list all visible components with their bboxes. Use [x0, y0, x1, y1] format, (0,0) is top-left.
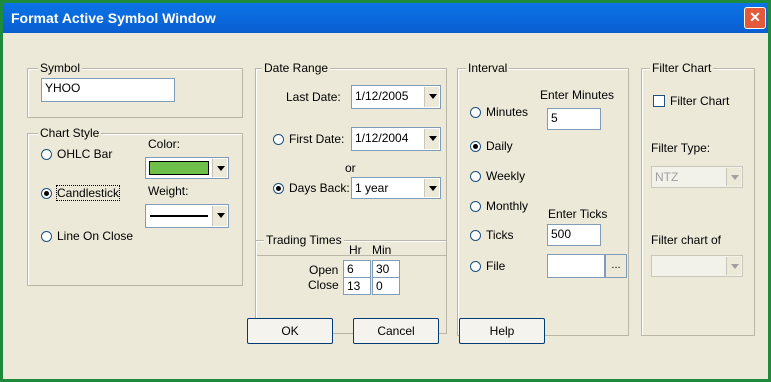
radio-label: File: [486, 259, 506, 273]
open-min-input[interactable]: 30: [372, 260, 400, 278]
enter-minutes-label: Enter Minutes: [540, 88, 615, 102]
days-back-value: 1 year: [355, 181, 389, 195]
radio-label: Days Back:: [289, 181, 350, 195]
color-label: Color:: [148, 137, 181, 151]
symbol-input[interactable]: YHOO: [41, 78, 175, 102]
radio-daily[interactable]: Daily: [470, 139, 513, 153]
open-label: Open: [309, 263, 339, 277]
radio-dot: [41, 187, 52, 199]
browse-button[interactable]: ...: [605, 254, 627, 278]
radio-dot: [470, 229, 481, 241]
title-bar[interactable]: Format Active Symbol Window ✕: [3, 3, 768, 33]
checkbox-box: [653, 95, 665, 107]
minutes-input[interactable]: 5: [547, 108, 601, 130]
radio-candlestick[interactable]: Candlestick: [41, 185, 121, 201]
days-back-select[interactable]: 1 year: [351, 177, 441, 199]
filter-chart-group: Filter Chart: [641, 61, 755, 336]
radio-first-date[interactable]: First Date:: [273, 132, 344, 146]
radio-dot: [470, 200, 481, 212]
hr-label: Hr: [349, 243, 362, 257]
filter-chart-legend: Filter Chart: [650, 61, 714, 75]
chevron-down-icon[interactable]: [424, 179, 439, 197]
radio-days-back[interactable]: Days Back:: [273, 181, 350, 195]
radio-label: Minutes: [486, 105, 529, 119]
file-input[interactable]: [547, 254, 605, 278]
radio-minutes[interactable]: Minutes: [470, 105, 528, 119]
filter-chart-checkbox[interactable]: Filter Chart: [653, 94, 729, 108]
checkbox-label: Filter Chart: [670, 94, 730, 108]
chart-style-legend: Chart Style: [38, 126, 102, 140]
cancel-button[interactable]: Cancel: [353, 318, 439, 344]
radio-dot: [470, 170, 481, 182]
radio-label: Candlestick: [55, 185, 121, 201]
close-label: Close: [308, 278, 339, 292]
filter-type-label: Filter Type:: [651, 141, 711, 155]
symbol-legend: Symbol: [38, 61, 83, 75]
ticks-input[interactable]: 500: [547, 224, 601, 246]
last-date-select[interactable]: 1/12/2005: [351, 85, 441, 109]
chevron-down-icon[interactable]: [212, 206, 227, 226]
radio-label: Ticks: [486, 228, 514, 242]
trading-times-legend: Trading Times: [264, 233, 344, 247]
chevron-down-icon[interactable]: [424, 87, 439, 107]
close-hr-input[interactable]: 13: [343, 277, 371, 295]
chevron-down-icon[interactable]: [212, 159, 227, 177]
filter-type-value: NTZ: [655, 170, 679, 184]
radio-dot: [470, 140, 481, 152]
last-date-value: 1/12/2005: [355, 89, 409, 103]
filter-chart-of-label: Filter chart of: [651, 233, 722, 247]
radio-dot: [41, 148, 52, 160]
radio-label: Daily: [486, 139, 513, 153]
radio-dot: [273, 182, 284, 194]
radio-dot: [470, 106, 481, 118]
chevron-down-icon[interactable]: [424, 129, 439, 149]
or-label: or: [345, 161, 356, 175]
min-label: Min: [372, 243, 392, 257]
first-date-select[interactable]: 1/12/2004: [351, 127, 441, 151]
weight-line: [150, 215, 208, 217]
filter-chart-of-select[interactable]: [651, 255, 743, 277]
color-select[interactable]: [145, 157, 229, 179]
radio-line-on-close[interactable]: Line On Close: [41, 229, 133, 243]
radio-label: Line On Close: [57, 229, 134, 243]
weight-select[interactable]: [145, 204, 229, 228]
dialog-body: Symbol YHOO Chart Style OHLC Bar Candles…: [3, 33, 768, 379]
chevron-down-icon[interactable]: [726, 168, 741, 186]
filter-type-select[interactable]: NTZ: [651, 166, 743, 188]
radio-label: OHLC Bar: [57, 147, 113, 161]
close-icon: ✕: [749, 9, 761, 25]
radio-monthly[interactable]: Monthly: [470, 199, 528, 213]
radio-ohlc-bar[interactable]: OHLC Bar: [41, 147, 112, 161]
radio-label: First Date:: [289, 132, 345, 146]
radio-ticks[interactable]: Ticks: [470, 228, 514, 242]
enter-ticks-label: Enter Ticks: [548, 207, 608, 221]
weight-label: Weight:: [148, 184, 189, 198]
ok-button[interactable]: OK: [247, 318, 333, 344]
radio-label: Monthly: [486, 199, 529, 213]
interval-legend: Interval: [466, 61, 510, 75]
dialog-window: Format Active Symbol Window ✕ Symbol YHO…: [0, 0, 771, 382]
date-range-legend: Date Range: [262, 61, 331, 75]
radio-label: Weekly: [486, 169, 526, 183]
radio-weekly[interactable]: Weekly: [470, 169, 525, 183]
radio-dot: [273, 133, 284, 145]
radio-dot: [470, 260, 481, 272]
window-title: Format Active Symbol Window: [11, 10, 216, 26]
close-button[interactable]: ✕: [744, 7, 766, 29]
close-min-input[interactable]: 0: [372, 277, 400, 295]
first-date-value: 1/12/2004: [355, 131, 409, 145]
open-hr-input[interactable]: 6: [343, 260, 371, 278]
help-button[interactable]: Help: [459, 318, 545, 344]
last-date-label: Last Date:: [286, 90, 341, 104]
radio-dot: [41, 230, 52, 242]
radio-file[interactable]: File: [470, 259, 505, 273]
color-swatch: [149, 161, 209, 175]
chevron-down-icon[interactable]: [726, 257, 741, 275]
